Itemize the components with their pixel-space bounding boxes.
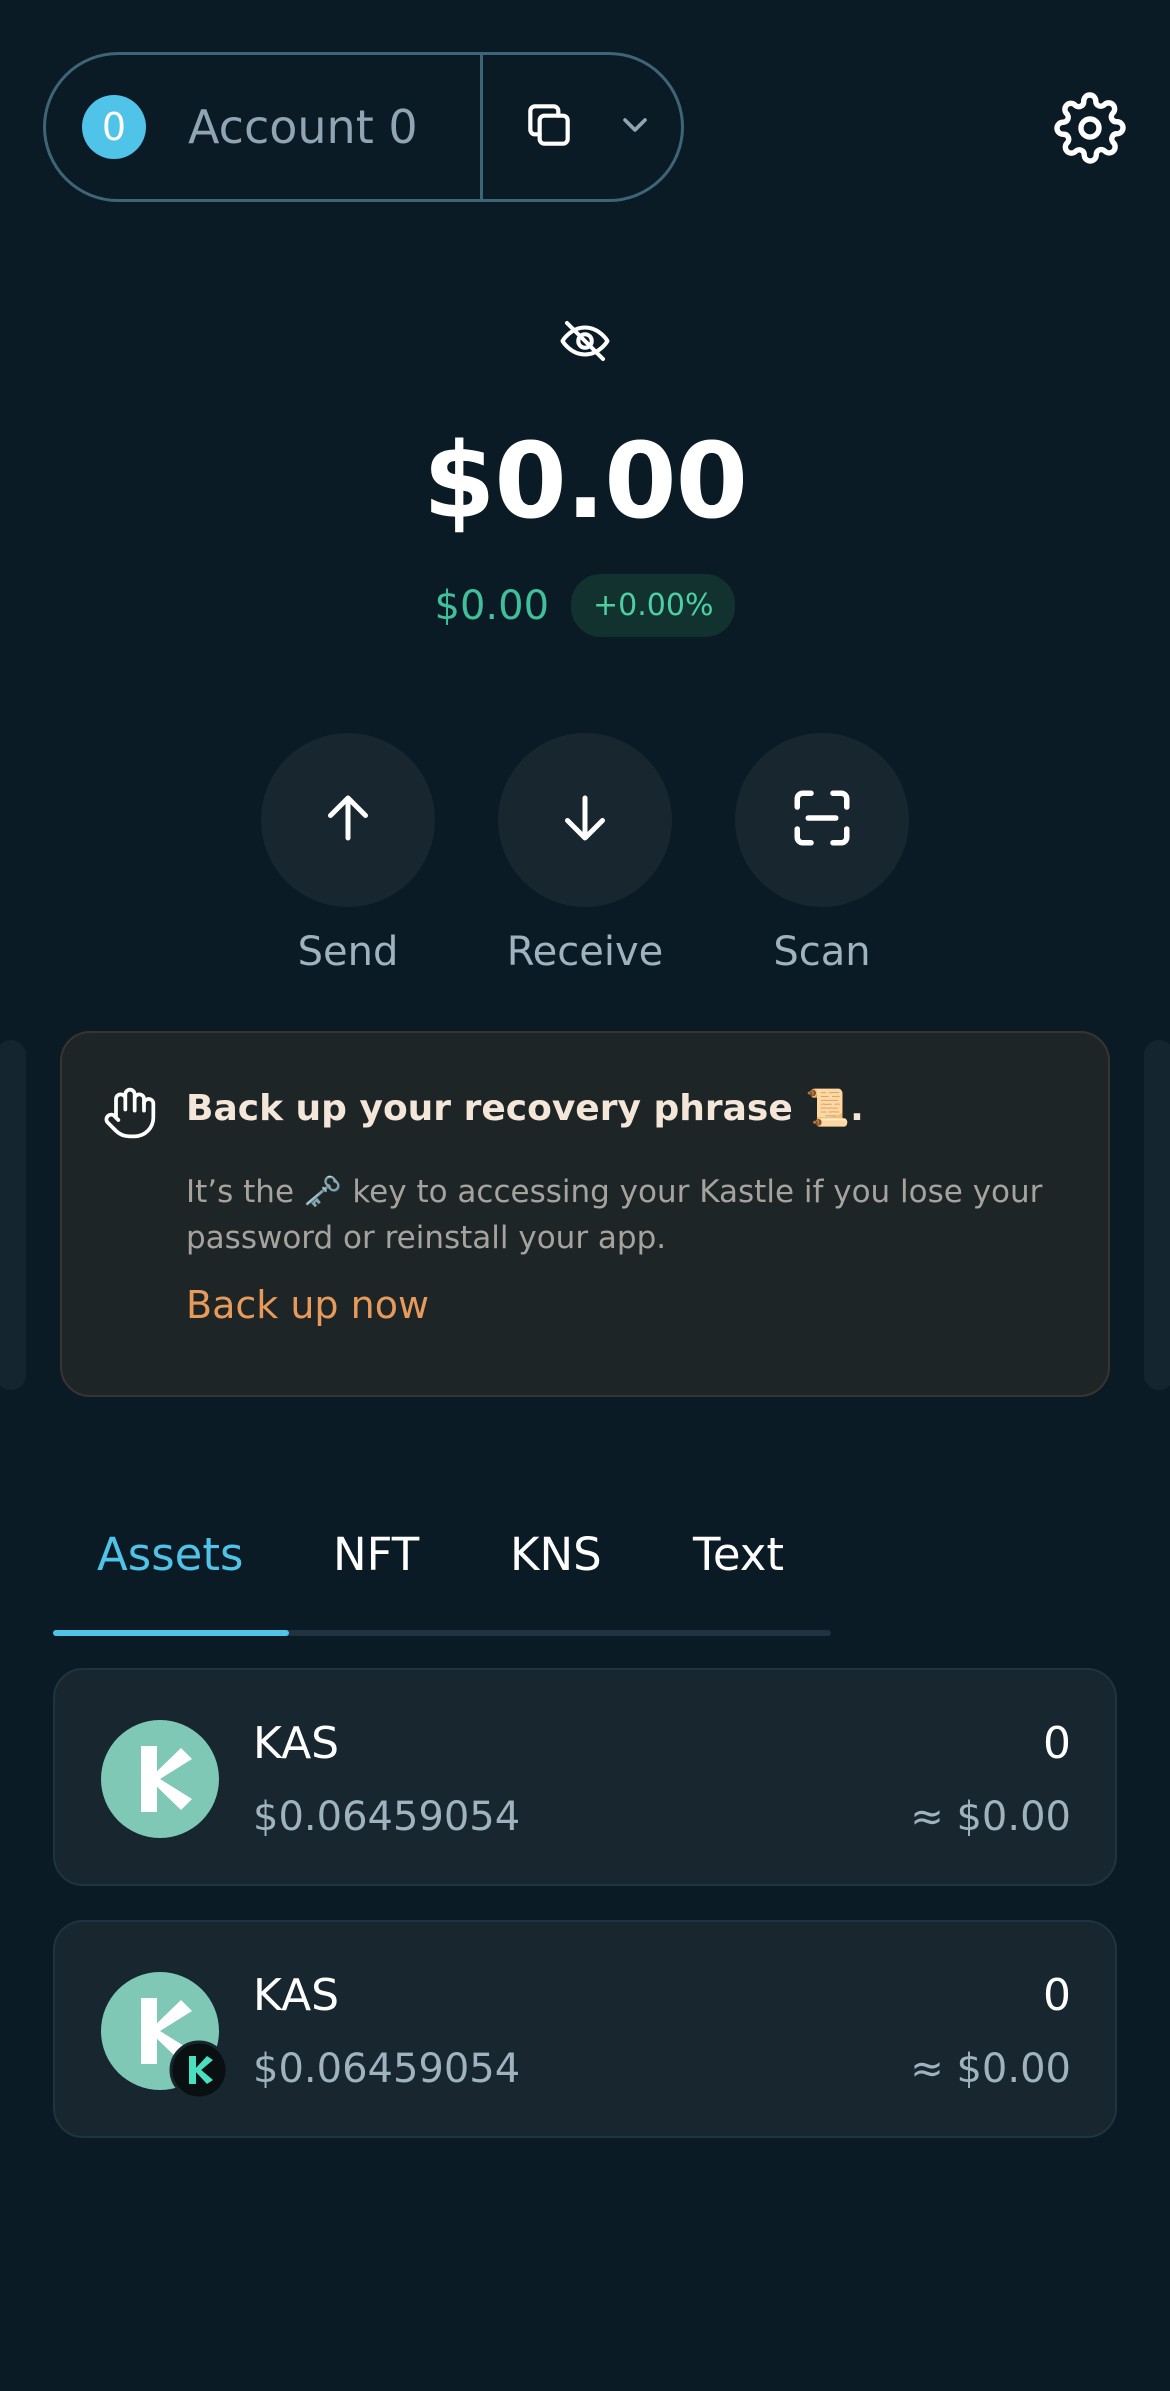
account-selector: 0 Account 0 bbox=[43, 52, 684, 202]
account-switch-button[interactable]: 0 Account 0 bbox=[46, 55, 480, 199]
eye-off-icon[interactable] bbox=[558, 314, 612, 368]
tab-text[interactable]: Text bbox=[693, 1528, 784, 1581]
carousel-prev-card[interactable] bbox=[0, 1040, 26, 1390]
arrow-down-icon bbox=[555, 788, 615, 852]
tab-kns[interactable]: KNS bbox=[510, 1528, 602, 1581]
backup-description: It’s the 🗝️ key to accessing your Kastle… bbox=[186, 1174, 1043, 1256]
scan-icon bbox=[789, 785, 855, 855]
backup-now-link[interactable]: Back up now bbox=[186, 1283, 429, 1327]
asset-amount: 0 bbox=[1043, 1718, 1071, 1769]
kas-logo-icon bbox=[99, 1718, 221, 1840]
tab-nft[interactable]: NFT bbox=[333, 1528, 419, 1581]
kasplex-badge-icon bbox=[169, 2040, 229, 2100]
asset-name: KAS bbox=[253, 1718, 340, 1769]
asset-value: ≈ $0.00 bbox=[910, 2046, 1071, 2092]
chevron-down-icon[interactable] bbox=[615, 105, 655, 149]
backup-reminder-card[interactable]: Back up your recovery phrase 📜. It’s the… bbox=[60, 1031, 1110, 1397]
asset-row[interactable]: KAS $0.06459054 0 ≈ $0.00 bbox=[53, 1668, 1117, 1886]
hand-icon bbox=[102, 1085, 158, 1141]
account-avatar: 0 bbox=[82, 95, 146, 159]
asset-value: ≈ $0.00 bbox=[910, 1794, 1071, 1840]
asset-name: KAS bbox=[253, 1970, 340, 2021]
carousel-next-card[interactable] bbox=[1144, 1040, 1170, 1390]
wallet-home: 0 Account 0 $0.00 $0.00 +0.00% Send Rece… bbox=[0, 0, 1170, 2391]
gear-icon[interactable] bbox=[1054, 92, 1126, 164]
asset-tabs: Assets NFT KNS Text bbox=[53, 1520, 831, 1636]
tab-assets[interactable]: Assets bbox=[97, 1528, 243, 1581]
asset-amount: 0 bbox=[1043, 1970, 1071, 2021]
arrow-up-icon bbox=[318, 788, 378, 852]
receive-label: Receive bbox=[506, 929, 664, 975]
asset-price: $0.06459054 bbox=[253, 1794, 521, 1840]
receive-button[interactable]: Receive bbox=[498, 733, 672, 975]
asset-price: $0.06459054 bbox=[253, 2046, 521, 2092]
account-name: Account 0 bbox=[188, 100, 418, 154]
backup-title: Back up your recovery phrase 📜. bbox=[186, 1088, 864, 1129]
asset-row[interactable]: KAS $0.06459054 0 ≈ $0.00 bbox=[53, 1920, 1117, 2138]
total-balance: $0.00 bbox=[423, 420, 748, 542]
balance-change-badge: +0.00% bbox=[571, 574, 736, 637]
scan-button[interactable]: Scan bbox=[735, 733, 909, 975]
tab-active-indicator bbox=[53, 1630, 289, 1636]
copy-icon[interactable] bbox=[521, 97, 577, 157]
send-label: Send bbox=[297, 929, 399, 975]
balance-change-usd: $0.00 bbox=[434, 582, 550, 629]
send-button[interactable]: Send bbox=[261, 733, 435, 975]
scan-label: Scan bbox=[773, 929, 871, 975]
